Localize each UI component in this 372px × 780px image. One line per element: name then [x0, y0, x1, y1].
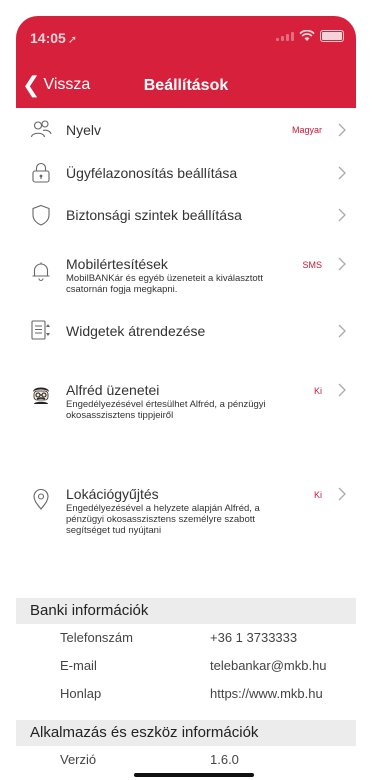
settings-item-mobile-notifications[interactable]: Mobilértesítések MobilBANKár és egyéb üz…: [16, 248, 356, 308]
chevron-right-icon: [338, 123, 346, 137]
settings-item-alfred-messages[interactable]: Alfréd üzenetei Engedélyezésével értesül…: [16, 374, 356, 444]
info-value[interactable]: +36 1 3733333: [210, 630, 297, 645]
info-row-phone: Telefonszám +36 1 3733333: [16, 624, 356, 652]
location-arrow-icon: ➚: [67, 34, 78, 46]
alfred-icon: [33, 387, 49, 404]
settings-item-widgets[interactable]: Widgetek átrendezése: [16, 308, 356, 354]
settings-item-description: Engedélyezésével értesülhet Alfréd, a pé…: [66, 399, 266, 421]
chevron-right-icon: [338, 383, 346, 397]
info-row-version: Verzió 1.6.0: [16, 746, 356, 774]
info-row-email: E-mail telebankar@mkb.hu: [16, 652, 356, 680]
people-icon: [30, 120, 52, 138]
info-row-website: Honlap https://www.mkb.hu: [16, 680, 356, 708]
shield-icon: [32, 204, 50, 226]
wifi-icon: [299, 30, 315, 41]
settings-item-label: Widgetek átrendezése: [66, 323, 206, 339]
status-icons: [276, 30, 344, 42]
chevron-right-icon: [338, 166, 346, 180]
bank-info-header: Banki információk: [16, 598, 356, 624]
settings-item-label: Alfréd üzenetei: [66, 382, 160, 398]
lock-icon: [32, 162, 50, 183]
app-info-header: Alkalmazás és eszköz információk: [16, 720, 356, 746]
settings-item-label: Ügyfélazonosítás beállítása: [66, 165, 238, 181]
chevron-right-icon: [338, 487, 346, 501]
settings-item-language[interactable]: Nyelv Magyar: [16, 108, 356, 152]
info-key: E-mail: [60, 658, 97, 673]
bell-icon: [32, 262, 50, 282]
settings-item-label: Biztonsági szintek beállítása: [66, 207, 242, 223]
status-time: 14:05 ➚: [30, 30, 77, 46]
battery-icon: [320, 30, 344, 42]
settings-item-value: Magyar: [291, 125, 322, 135]
app-screen: 14:05 ➚ ❮ Vissza Beállítások Nyelv Magya…: [16, 16, 356, 780]
info-key: Telefonszám: [60, 630, 133, 645]
chevron-right-icon: [338, 257, 346, 271]
location-pin-icon: [33, 488, 49, 510]
info-value[interactable]: telebankar@mkb.hu: [210, 658, 327, 673]
chevron-right-icon: [338, 324, 346, 338]
widget-icon: [31, 320, 50, 340]
status-time-text: 14:05: [30, 30, 66, 46]
info-value[interactable]: https://www.mkb.hu: [210, 686, 323, 701]
settings-item-security-levels[interactable]: Biztonsági szintek beállítása: [16, 194, 356, 236]
settings-item-description: Engedélyezésével a helyzete alapján Alfr…: [66, 503, 260, 536]
settings-item-label: Lokációgyűjtés: [66, 486, 159, 502]
chevron-right-icon: [338, 208, 346, 222]
settings-item-value: Ki: [313, 490, 322, 500]
info-key: Verzió: [60, 752, 97, 767]
info-key: Honlap: [60, 686, 102, 701]
settings-item-label: Nyelv: [66, 122, 102, 138]
nav-header: 14:05 ➚ ❮ Vissza Beállítások: [16, 16, 356, 108]
settings-item-authentication[interactable]: Ügyfélazonosítás beállítása: [16, 152, 356, 194]
info-value: 1.6.0: [210, 752, 239, 767]
settings-item-location-collection[interactable]: Lokációgyűjtés Engedélyezésével a helyze…: [16, 478, 356, 558]
settings-item-description: MobilBANKár és egyéb üzeneteit a kiválas…: [66, 273, 263, 295]
settings-item-value: Ki: [313, 386, 322, 396]
page-title: Beállítások: [143, 77, 229, 94]
signal-icon: [276, 31, 294, 41]
settings-item-value: SMS: [302, 260, 322, 270]
home-indicator[interactable]: [134, 773, 254, 777]
settings-item-label: Mobilértesítések: [66, 256, 168, 272]
